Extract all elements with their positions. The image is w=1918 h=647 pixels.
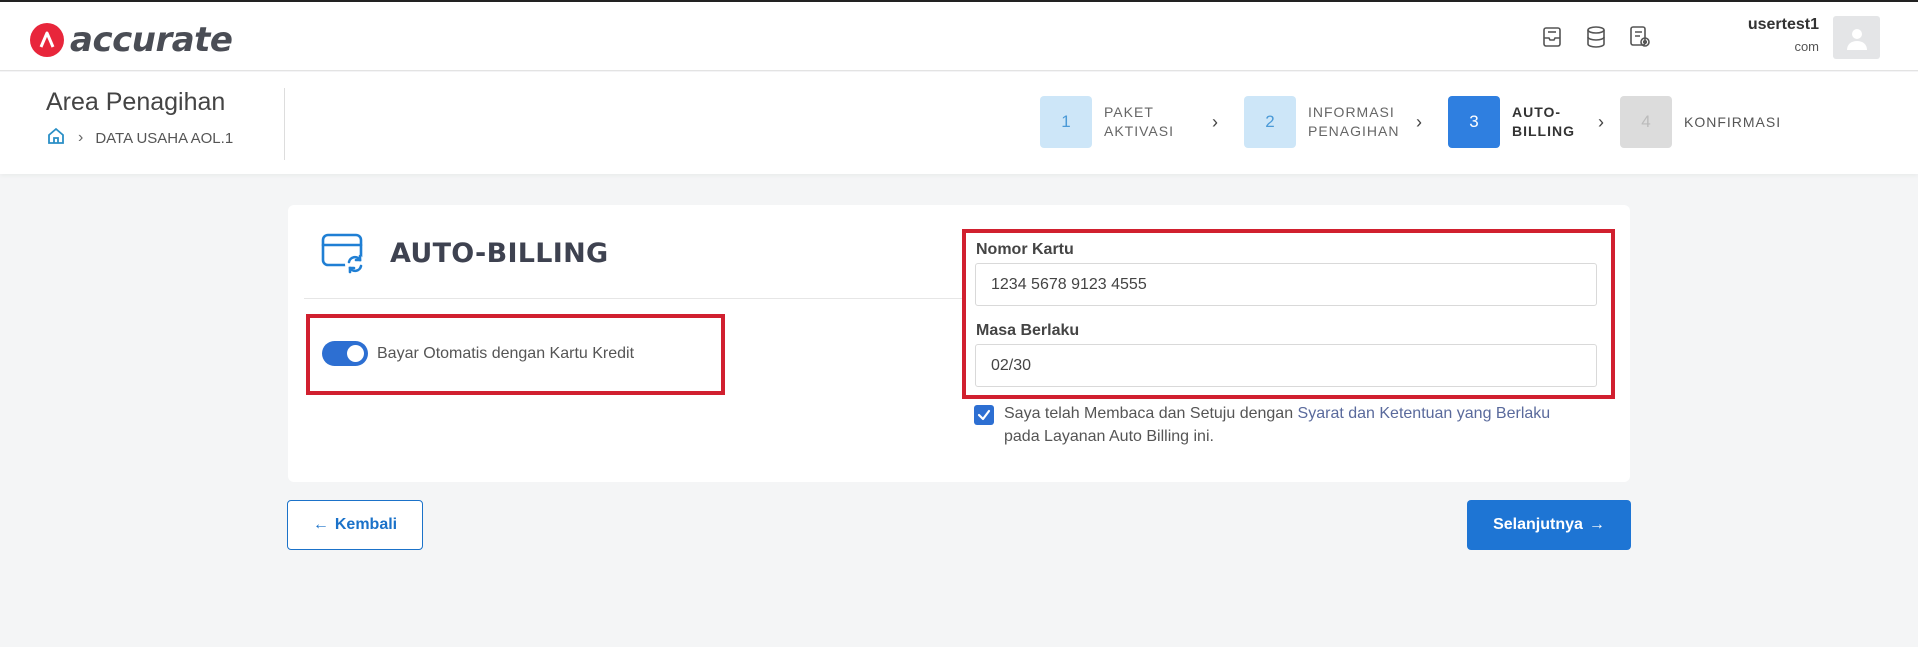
top-header: accurate usertest1 com [0, 0, 1918, 71]
logo-text: accurate [70, 20, 233, 60]
user-icon [1846, 28, 1867, 50]
back-button[interactable]: ← Kembali [287, 500, 423, 550]
highlight-box [306, 314, 725, 395]
divider [304, 298, 966, 299]
step-konfirmasi: 4 KONFIRMASI [1620, 96, 1794, 148]
step-number: 4 [1620, 96, 1672, 148]
step-label: KONFIRMASI [1684, 113, 1782, 130]
breadcrumb-item[interactable]: DATA USAHA AOL.1 [95, 130, 233, 147]
step-number: 2 [1244, 96, 1296, 148]
document-settings-icon[interactable] [1625, 22, 1654, 51]
step-label: INFORMASI PENAGIHAN [1308, 104, 1400, 139]
step-auto-billing: 3 AUTO- BILLING [1448, 96, 1584, 148]
chevron-right-icon: › [78, 129, 84, 146]
stepper: 1 PAKET AKTIVASI › 2 INFORMASI PENAGIHAN ›… [1040, 96, 1794, 148]
step-label: AUTO- BILLING [1512, 104, 1575, 139]
chevron-right-icon: › [1598, 111, 1604, 132]
terms-agreement: Saya telah Membaca dan Setuju dengan Sya… [974, 402, 1584, 448]
card-title: AUTO-BILLING [390, 238, 609, 269]
check-icon [977, 409, 991, 421]
page-title: Area Penagihan [46, 88, 226, 116]
arrow-left-icon: ← [312, 516, 329, 533]
step-number: 1 [1040, 96, 1092, 148]
inbox-icon[interactable] [1537, 22, 1566, 51]
highlight-box [962, 229, 1615, 399]
terms-checkbox[interactable] [974, 405, 994, 425]
divider [284, 88, 285, 160]
step-label: PAKET AKTIVASI [1104, 104, 1174, 139]
next-button[interactable]: Selanjutnya → [1467, 500, 1631, 550]
database-icon[interactable] [1581, 22, 1610, 51]
step-number: 3 [1448, 96, 1500, 148]
chevron-right-icon: › [1416, 111, 1422, 132]
step-paket-aktivasi: 1 PAKET AKTIVASI [1040, 96, 1198, 148]
user-email: com [1794, 39, 1819, 54]
step-informasi-penagihan: 2 INFORMASI PENAGIHAN [1244, 96, 1402, 148]
home-icon[interactable] [46, 126, 66, 150]
breadcrumb: › DATA USAHA AOL.1 [46, 126, 233, 150]
terms-text: Saya telah Membaca dan Setuju dengan Sya… [1004, 405, 1551, 445]
card-sync-icon [320, 231, 368, 280]
user-name: usertest1 [1747, 16, 1819, 33]
logo-mark-icon [30, 23, 64, 57]
chevron-right-icon: › [1212, 111, 1218, 132]
avatar[interactable] [1833, 16, 1880, 59]
accurate-logo[interactable]: accurate [30, 20, 233, 60]
arrow-right-icon: → [1588, 516, 1605, 533]
terms-link[interactable]: Syarat dan Ketentuan yang Berlaku [1298, 405, 1551, 422]
sub-header: Area Penagihan › DATA USAHA AOL.1 1 PAKE… [0, 72, 1918, 174]
